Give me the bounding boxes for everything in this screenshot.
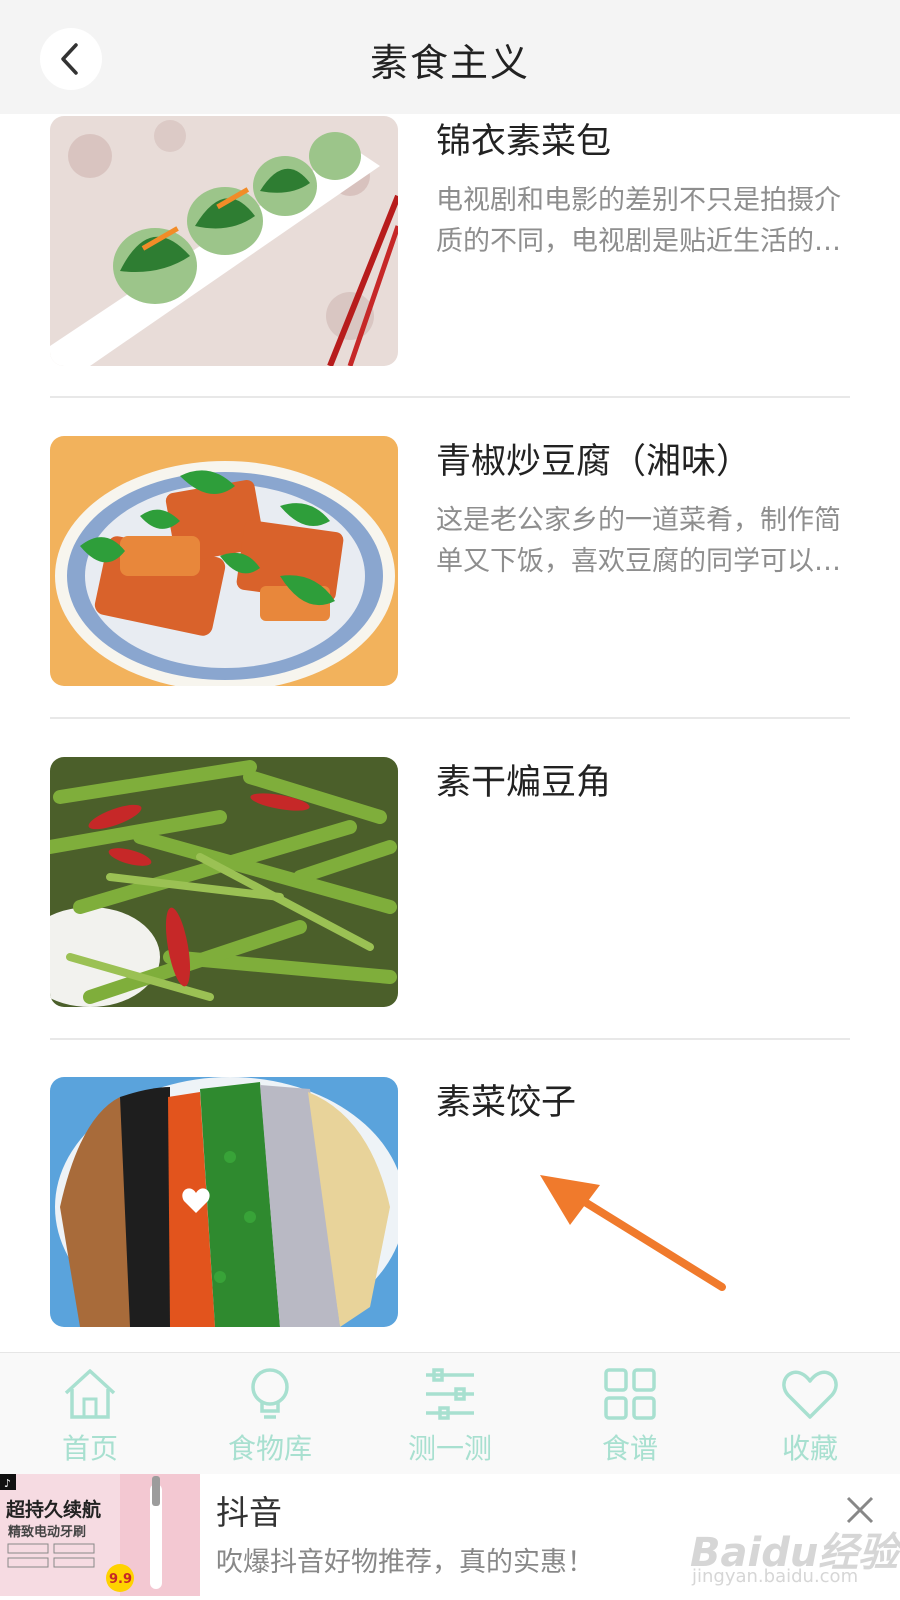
recipe-description: 这是老公家乡的一道菜肴，制作简单又下饭，喜欢豆腐的同学可以试试 — [436, 505, 841, 577]
list-item[interactable]: 素菜饺子 — [50, 1077, 850, 1327]
ad-image: ♪ 超持久续航 精致电动牙刷 9.9 — [0, 1474, 200, 1596]
divider — [50, 1038, 850, 1040]
top-bar: 素食主义 — [0, 0, 900, 114]
svg-text:♪: ♪ — [4, 1477, 11, 1490]
close-icon[interactable] — [842, 1492, 878, 1528]
list-item[interactable]: 青椒炒豆腐（湘味） 这是老公家乡的一道菜肴，制作简单又下饭，喜欢豆腐的同学可以试… — [50, 436, 850, 686]
recipe-title: 锦衣素菜包 — [436, 122, 612, 162]
recipe-image — [50, 436, 398, 686]
tab-label: 收藏 — [781, 1432, 838, 1465]
tab-label: 测一测 — [407, 1432, 492, 1465]
tab-favorites[interactable]: 收藏 — [720, 1353, 900, 1475]
recipe-image — [50, 116, 398, 366]
lightbulb-icon — [251, 1368, 289, 1419]
recipe-list[interactable]: 锦衣素菜包 电视剧和电影的差别不只是拍摄介质的不同，电视剧是贴近生活的艺术形式 — [0, 114, 900, 1352]
divider — [50, 396, 850, 398]
ad-image-subline: 精致电动牙刷 — [8, 1524, 86, 1540]
heart-icon — [782, 1370, 838, 1419]
bottom-tab-bar: 首页 食物库 测一测 食谱 收藏 — [0, 1352, 900, 1475]
ad-banner[interactable]: ♪ 超持久续航 精致电动牙刷 9.9 抖音 吹爆抖音好物推荐，真的实惠！ Bai… — [0, 1474, 900, 1600]
home-icon — [64, 1369, 116, 1419]
tab-test[interactable]: 测一测 — [360, 1353, 540, 1475]
recipe-title: 素菜饺子 — [436, 1083, 577, 1123]
recipe-image — [50, 1077, 398, 1327]
tab-food-library[interactable]: 食物库 — [180, 1353, 360, 1475]
divider — [50, 717, 850, 719]
tab-label: 食谱 — [601, 1432, 658, 1465]
watermark-url: jingyan.baidu.com — [692, 1566, 859, 1587]
ad-title: 抖音 — [216, 1493, 282, 1532]
sliders-icon — [426, 1368, 474, 1420]
list-item[interactable]: 锦衣素菜包 电视剧和电影的差别不只是拍摄介质的不同，电视剧是贴近生活的艺术形式 — [50, 116, 850, 366]
page-title: 素食主义 — [369, 41, 530, 85]
tab-home[interactable]: 首页 — [0, 1353, 180, 1475]
app-screen: 素食主义 锦衣素菜包 电视剧和电影的差别不只是拍摄介质的不同，电视剧是贴近生活的… — [0, 0, 900, 1600]
list-item[interactable]: 素干煸豆角 — [50, 757, 850, 1007]
grid-icon — [604, 1368, 656, 1420]
tab-label: 食物库 — [227, 1432, 312, 1465]
recipe-image — [50, 757, 398, 1007]
arrow-annotation — [540, 1175, 726, 1291]
tab-label: 首页 — [61, 1432, 118, 1465]
tab-recipes[interactable]: 食谱 — [540, 1353, 720, 1475]
ad-description: 吹爆抖音好物推荐，真的实惠！ — [216, 1547, 594, 1578]
ad-image-headline: 超持久续航 — [5, 1498, 101, 1521]
recipe-title: 素干煸豆角 — [436, 763, 612, 803]
ad-image-price: 9.9 — [109, 1572, 132, 1587]
recipe-title: 青椒炒豆腐（湘味） — [436, 442, 752, 482]
recipe-description: 电视剧和电影的差别不只是拍摄介质的不同，电视剧是贴近生活的艺术形式 — [436, 185, 841, 257]
